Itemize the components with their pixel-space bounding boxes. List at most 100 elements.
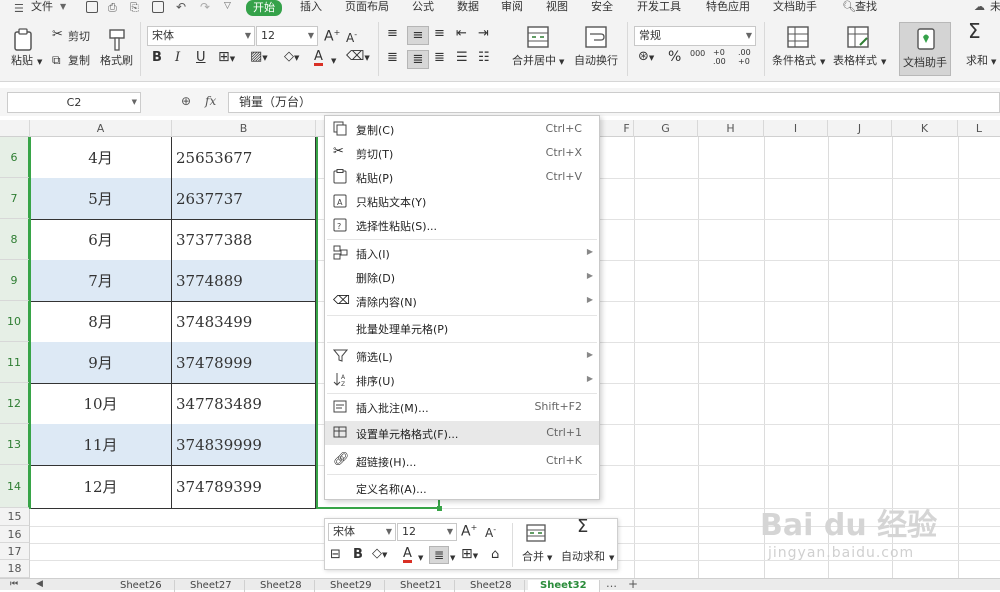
format-cell-icon[interactable]: ⊟ [330,548,341,561]
undo-icon[interactable]: ↶ [176,0,186,14]
row-header[interactable]: 12 [0,383,30,424]
column-header-i[interactable]: I [764,120,828,137]
menu-item-format-cells[interactable]: 设置单元格格式(F)... Ctrl+1 [325,421,599,445]
italic-icon[interactable]: I [175,51,180,64]
sheet-tab[interactable]: Sheet26 [108,580,175,592]
sheet-tab[interactable]: Sheet28 [248,580,315,592]
search-icon[interactable]: 🔍︎ [842,0,856,13]
search-label[interactable]: 查找 [855,0,877,16]
align-left-icon[interactable]: ≣ [387,51,398,64]
align-middle-icon[interactable]: ≡ [407,26,429,45]
format-painter-button[interactable]: 格式刷 [100,55,133,67]
mini-font-name-select[interactable]: 宋体 ▼ [328,523,396,541]
align-top-icon[interactable]: ≡ [387,27,398,40]
export-icon[interactable]: ⎙ [108,1,117,15]
indent-decrease-icon[interactable]: ⇤ [456,27,467,40]
formula-input[interactable]: 销量（万台） [228,92,1000,113]
sum-icon[interactable]: Σ [577,518,588,536]
fill-handle[interactable] [437,506,442,511]
underline-icon[interactable]: U [196,51,206,64]
eraser-icon[interactable]: ⌫▼ [346,50,370,64]
auto-wrap-button[interactable]: 自动换行 [574,55,618,67]
tab-view[interactable]: 视图 [546,0,568,16]
row-header[interactable]: 11 [0,342,30,383]
cell-value[interactable]: 2637737 [172,178,316,220]
cell-value[interactable]: 37377388 [172,219,316,261]
bold-icon[interactable]: B [152,51,162,64]
doc-assistant-button[interactable]: 文档助手 [899,22,951,76]
column-header-a[interactable]: A [30,120,172,137]
menu-item-hyperlink[interactable]: 🔗︎ 超链接(H)... Ctrl+K [325,449,599,473]
tab-developer[interactable]: 开发工具 [637,0,681,16]
border-icon[interactable]: ⊞▼ [218,50,235,65]
hamburger-icon[interactable]: ☰ [14,2,24,15]
menu-item-paste-text[interactable]: A 只粘贴文本(Y) [325,189,599,213]
cell-month[interactable]: 12月 [30,465,172,509]
print-icon[interactable]: ⎘ [130,1,139,15]
align-bottom-icon[interactable]: ≡ [434,27,445,40]
menu-item-copy[interactable]: 复制(C) Ctrl+C [325,117,599,141]
table-style-button[interactable]: 表格样式 [833,55,877,67]
copy-button[interactable]: 复制 [68,55,90,67]
cell-month[interactable]: 4月 [30,137,172,179]
merge-center-button[interactable]: 合并居中 [512,55,556,67]
align-center-icon[interactable]: ≣ [429,546,449,564]
cell-value[interactable]: 347783489 [172,383,316,425]
cell-value[interactable]: 37483499 [172,301,316,343]
cell-month[interactable]: 11月 [30,424,172,466]
increase-decimal-button[interactable]: +0 .00 [713,48,731,66]
menu-item-filter[interactable]: 筛选(L) ▶ [325,344,599,368]
cell-month[interactable]: 10月 [30,383,172,425]
paste-button[interactable]: 粘贴 [11,55,33,67]
merge-dropdown-icon[interactable]: ▼ [559,56,564,68]
menu-item-clear[interactable]: ⌫ 清除内容(N) ▶ [325,289,599,313]
prev-sheet-icon[interactable]: ◀ [36,579,43,589]
cell-value[interactable]: 37478999 [172,342,316,384]
align-dropdown-icon[interactable]: ▼ [450,552,455,564]
decrease-font-icon[interactable]: A- [346,29,357,44]
column-header-k[interactable]: K [892,120,958,137]
fx-icon[interactable]: fx [205,94,216,108]
menu-item-batch[interactable]: 批量处理单元格(P) [325,316,599,340]
distributed-icon[interactable]: ☷ [478,51,490,64]
table-style-icon[interactable] [847,26,869,48]
thousands-button[interactable]: 000 [690,48,705,60]
tab-security[interactable]: 安全 [591,0,613,16]
name-box[interactable]: C2 ▼ [7,92,141,113]
decrease-font-icon[interactable]: A- [485,524,496,539]
sum-button[interactable]: 求和 [966,55,988,67]
cell-value[interactable]: 374789399 [172,465,316,509]
add-sheet-icon[interactable]: + [628,577,638,591]
fill-color-icon[interactable]: ◇▼ [284,50,299,64]
tab-home[interactable]: 开始 [246,0,282,16]
more-icon[interactable]: ▽ [224,1,231,11]
merge-dropdown-icon[interactable]: ▼ [547,552,552,564]
cell-value[interactable]: 25653677 [172,137,316,179]
row-header[interactable]: 9 [0,260,30,301]
format-painter-icon[interactable] [106,28,128,52]
decrease-decimal-button[interactable]: .00 +0 [738,48,756,66]
column-header-b[interactable]: B [172,120,316,137]
row-header[interactable]: 15 [0,508,30,526]
merge-center-icon[interactable] [527,26,549,48]
select-all-corner[interactable] [0,120,30,137]
tab-formula[interactable]: 公式 [412,0,434,16]
sum-icon[interactable]: Σ [968,21,981,41]
row-header[interactable]: 17 [0,543,30,560]
menu-item-define-name[interactable]: 定义名称(A)... [325,476,599,500]
mini-autosum-button[interactable]: 自动求和 [561,551,605,563]
autosum-dropdown-icon[interactable]: ▼ [609,552,614,564]
tab-doc-assistant[interactable]: 文档助手 [773,0,817,16]
mini-merge-button[interactable]: 合并 [522,551,544,563]
save-icon[interactable] [86,1,98,13]
mini-font-size-select[interactable]: 12 ▼ [397,523,457,541]
redo-icon[interactable]: ↷ [200,0,210,14]
row-header[interactable]: 8 [0,219,30,260]
paste-dropdown-icon[interactable]: ▼ [37,56,42,68]
fill-color-icon[interactable]: ◇▼ [372,547,387,561]
percent-button[interactable]: % [668,50,681,64]
format-painter-icon[interactable]: ⌂ [491,548,499,561]
column-header-g[interactable]: G [634,120,698,137]
cell-month[interactable]: 5月 [30,178,172,220]
font-color-dropdown-icon[interactable]: ▼ [331,55,336,67]
